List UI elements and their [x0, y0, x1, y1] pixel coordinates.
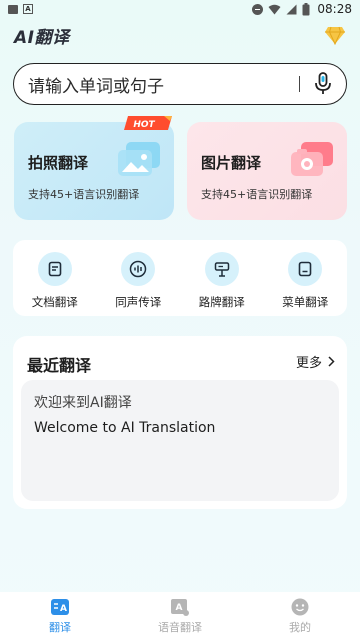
nav-translate[interactable]: A 翻译	[10, 598, 110, 635]
chevron-right-icon	[328, 356, 335, 367]
nav-profile[interactable]: 我的	[250, 598, 350, 635]
svg-text:A: A	[60, 604, 67, 614]
tool-menu-translate[interactable]: 菜单翻译	[269, 252, 341, 310]
more-label: 更多	[295, 356, 322, 371]
tool-icon-bg	[37, 252, 72, 286]
recent-item-target: Welcome to AI Translation	[34, 420, 216, 436]
tool-document-translate[interactable]: 文档翻译	[19, 252, 91, 310]
photo-translate-subtitle: 支持45+语言识别翻译	[28, 188, 140, 201]
translate-icon: A	[51, 598, 69, 615]
system-icons: 08:28	[252, 2, 352, 16]
tool-label: 路牌翻译	[198, 295, 245, 309]
search-placeholder: 请输入单词或句子	[28, 76, 164, 97]
nav-label: 翻译	[49, 620, 71, 634]
tool-label: 同声传译	[115, 295, 162, 309]
image-notification-icon	[8, 4, 18, 14]
clock: 08:28	[317, 2, 352, 16]
document-icon	[48, 261, 62, 277]
do-not-disturb-icon	[252, 3, 264, 15]
menu-card-icon	[298, 261, 312, 277]
tool-signpost-translate[interactable]: 路牌翻译	[186, 252, 258, 310]
microphone-icon[interactable]	[314, 72, 332, 96]
search-divider	[298, 76, 300, 92]
tool-icon-bg	[288, 252, 323, 286]
signal-icon	[286, 4, 297, 14]
signpost-icon	[214, 262, 229, 277]
nav-label: 语音翻译	[158, 620, 202, 634]
profile-icon	[291, 598, 309, 615]
recent-item[interactable]: 欢迎来到AI翻译 Welcome to AI Translation	[21, 380, 339, 501]
nav-voice-translate[interactable]: A 语音翻译	[130, 598, 230, 635]
app-notification-icon: A	[23, 4, 33, 14]
recent-title: 最近翻译	[27, 356, 92, 375]
photo-translate-title: 拍照翻译	[28, 154, 89, 172]
svg-text:A: A	[176, 603, 183, 613]
wifi-icon	[268, 4, 281, 14]
photo-translate-card[interactable]: 拍照翻译 支持45+语言识别翻译	[14, 122, 174, 220]
tool-simultaneous-interpretation[interactable]: 同声传译	[102, 252, 174, 310]
camera-image-icon	[291, 142, 333, 176]
voice-translate-icon: A	[171, 598, 189, 616]
tool-label: 文档翻译	[31, 295, 78, 309]
status-bar: A 08:28	[0, 0, 360, 18]
image-translate-card[interactable]: 图片翻译 支持45+语言识别翻译	[187, 122, 347, 220]
tool-label: 菜单翻译	[282, 295, 329, 309]
image-translate-title: 图片翻译	[201, 154, 262, 172]
more-button[interactable]: 更多	[296, 352, 335, 371]
hot-badge: HOT	[124, 116, 172, 130]
tool-icon-bg	[121, 252, 156, 286]
notification-icons: A	[8, 4, 33, 14]
search-input[interactable]: 请输入单词或句子	[13, 63, 347, 105]
tools-panel: 文档翻译 同声传译 路牌翻译 菜单翻译	[13, 240, 347, 316]
bottom-nav: A 翻译 A 语音翻译 我的	[0, 592, 360, 640]
diamond-icon[interactable]	[324, 25, 346, 45]
hot-badge-label: HOT	[133, 120, 155, 130]
camera-photo-icon	[118, 142, 160, 176]
audio-wave-icon	[130, 260, 147, 278]
tool-icon-bg	[204, 252, 239, 286]
app-title: AI翻译	[14, 27, 70, 48]
battery-icon	[302, 2, 310, 15]
image-translate-subtitle: 支持45+语言识别翻译	[201, 188, 313, 201]
app-header: AI翻译	[14, 22, 346, 48]
recent-translations-panel: 最近翻译 更多 欢迎来到AI翻译 Welcome to AI Translati…	[13, 336, 347, 509]
recent-item-source: 欢迎来到AI翻译	[34, 395, 132, 411]
nav-label: 我的	[289, 620, 311, 634]
